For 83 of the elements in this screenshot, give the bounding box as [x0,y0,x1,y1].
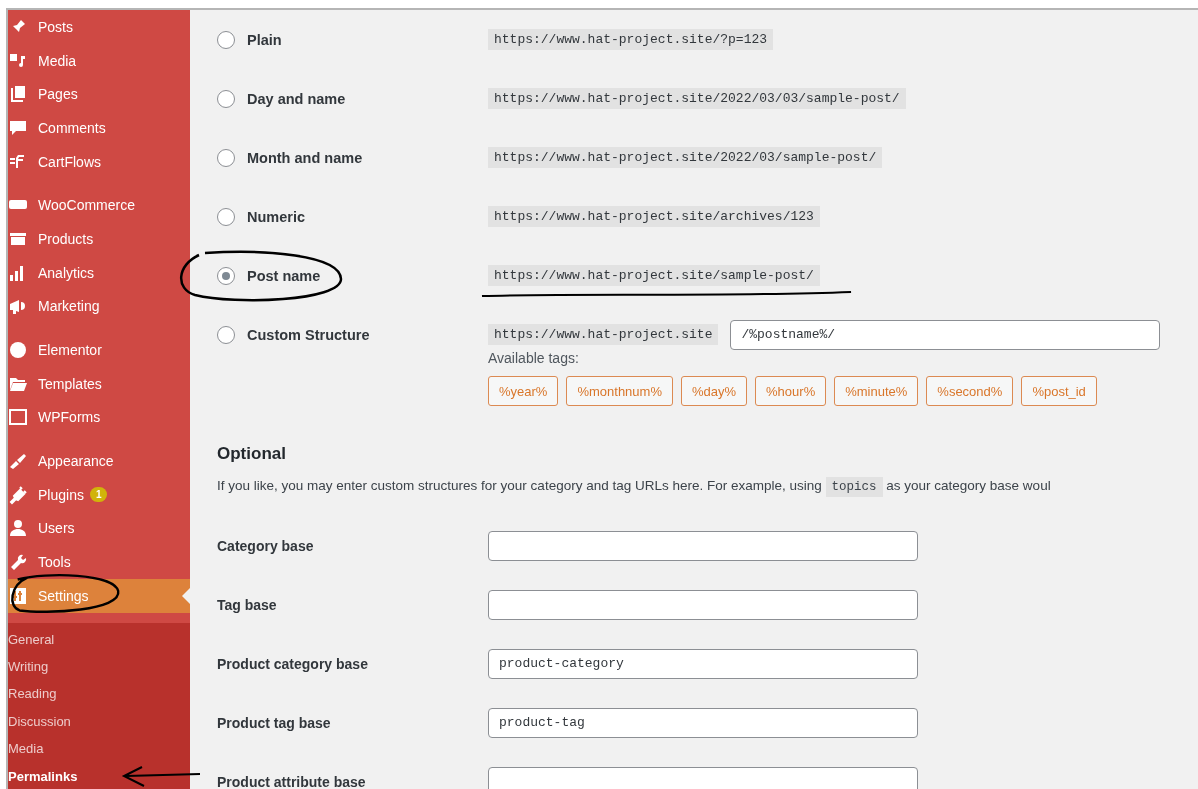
menu-label: Templates [38,375,102,392]
radio-button[interactable] [217,89,235,108]
menu-label: Users [38,520,75,537]
menu-item[interactable]: Products [8,222,190,256]
menu-label: CartFlows [38,153,101,170]
menu-label: WPForms [38,409,101,426]
menu-item[interactable]: WooCommerce [8,188,190,223]
option-label: Month and name [247,149,363,166]
option-label: Custom Structure [247,326,370,343]
pages-icon [8,84,28,105]
update-count-badge: 1 [89,487,108,503]
section-description: If you like, you may enter custom structures for your category and tag URLs here. For example, using topics as your category base woul [217,478,1198,494]
menu-label: Posts [38,18,73,35]
menu-label: Tools [38,554,71,571]
submenu-item[interactable]: General [8,625,190,654]
url-example: https://www.hat-project.site/2022/03/03/sample-post/ [488,88,906,109]
menu-item[interactable]: Analytics [8,255,190,290]
submenu-item[interactable]: Permalinks [8,762,190,789]
url-example: https://www.hat-project.site/?p=123 [488,29,774,50]
menu-item[interactable]: Appearance [8,444,190,478]
option-label: Day and name [247,90,346,107]
menu-label: Products [38,230,94,247]
field-label: Product attribute base [217,773,367,789]
menu-label: Marketing [38,298,100,315]
tag-button[interactable]: %monthnum% [566,376,673,406]
tag-button[interactable]: %hour% [755,376,827,406]
radio-button[interactable] [217,325,235,344]
menu-item[interactable]: Marketing [8,289,190,324]
field-label: Tag base [217,596,278,613]
submenu-item[interactable]: Discussion [8,707,190,736]
menu-label: Analytics [38,264,95,281]
base-input-field[interactable] [488,766,918,789]
menu-item[interactable]: Pages [8,77,190,112]
brush-icon [8,451,28,472]
tag-button[interactable]: %year% [488,376,559,406]
field-label: Product tag base [217,714,332,731]
option-label: Plain [247,31,282,48]
field-label: Category base [217,537,315,554]
submenu-item[interactable]: Media [8,735,190,763]
submenu-item[interactable]: Reading [8,680,190,708]
url-example: https://www.hat-project.site/2022/03/sample-post/ [488,147,883,168]
radio-button[interactable] [217,30,235,49]
menu-label: WooCommerce [38,197,135,214]
user-icon [8,518,28,539]
menu-item[interactable]: Elementor [8,333,190,367]
menu-item[interactable]: Media [8,43,190,78]
menu-item[interactable]: WPForms [8,400,190,435]
section-heading: Optional [217,444,287,464]
menu-item[interactable]: Users [8,511,190,546]
menu-label: Settings [38,587,89,604]
menu-label: Appearance [38,453,114,470]
tag-button[interactable]: %day% [680,376,748,406]
menu-label: Plugins [38,486,84,503]
menu-item[interactable]: Posts [8,10,190,44]
menu-label: Media [38,52,77,69]
base-input-field[interactable]: product-category [488,648,918,679]
form-icon [8,407,28,428]
menu-label: Elementor [38,342,102,359]
tag-button[interactable]: %post_id [1021,376,1097,406]
option-label: Numeric [247,208,306,225]
url-prefix: https://www.hat-project.site [488,324,719,345]
option-label: Post name [247,267,321,284]
radio-button[interactable] [217,148,235,167]
menu-item[interactable]: Plugins 1 [8,477,190,512]
menu-label: Comments [38,119,106,136]
custom-structure-field[interactable]: /%postname%/ [730,319,1161,350]
base-input-field[interactable] [488,530,918,561]
submenu-item[interactable]: Writing [8,653,190,681]
url-example: https://www.hat-project.site/archives/123 [488,206,820,227]
field-label: Product category base [217,655,369,672]
tag-button[interactable]: %second% [926,376,1014,406]
radio-button[interactable] [217,266,235,285]
plug-icon [8,484,28,505]
radio-button[interactable] [217,207,235,226]
available-tags-label: Available tags: [488,350,580,366]
tag-button[interactable]: %minute% [834,376,919,406]
base-input-field[interactable]: product-tag [488,707,918,738]
menu-label: Pages [38,86,78,103]
menu-item[interactable]: Tools [8,545,190,579]
menu-item[interactable]: Comments [8,111,190,145]
menu-item[interactable]: Templates [8,366,190,401]
menu-item[interactable]: CartFlows [8,144,190,179]
base-input-field[interactable] [488,589,918,620]
